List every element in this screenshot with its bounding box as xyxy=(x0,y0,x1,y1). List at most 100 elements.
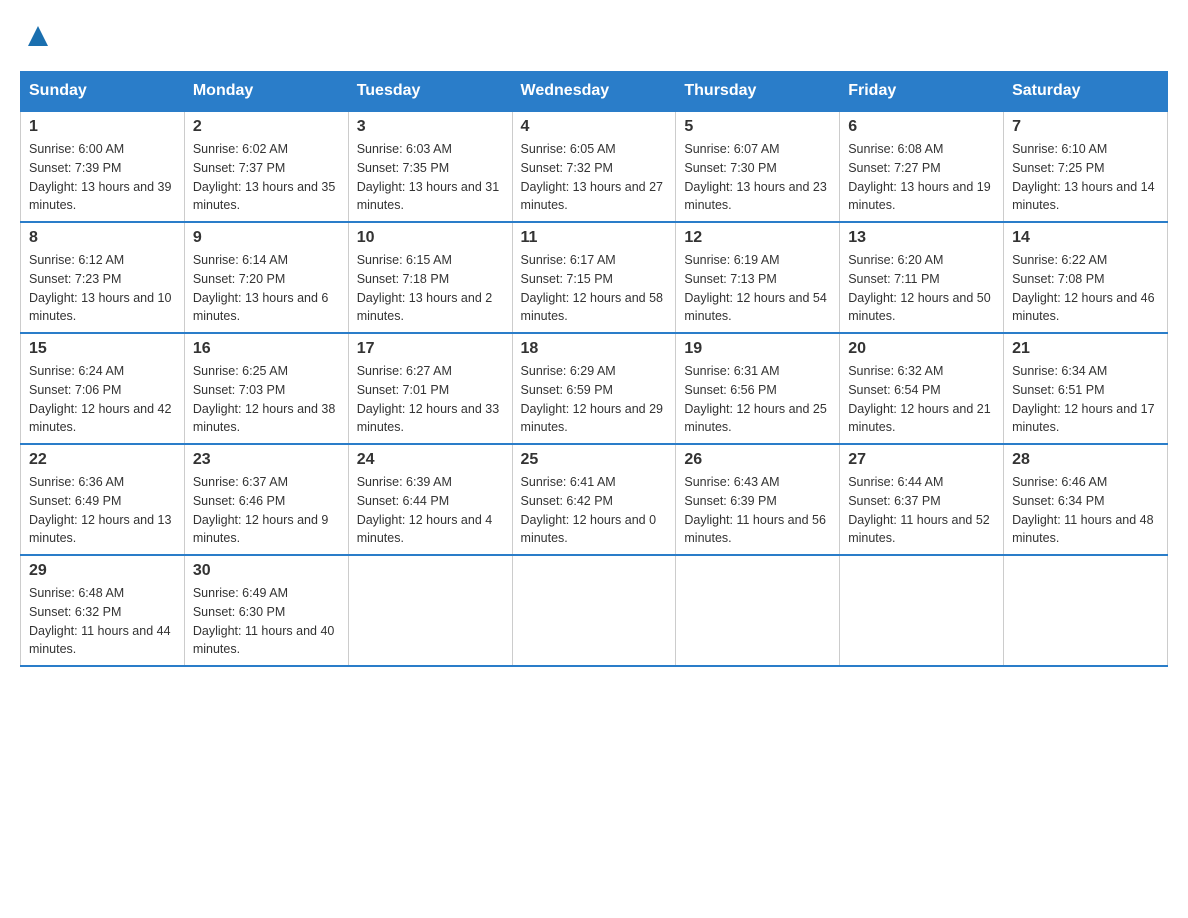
day-number: 22 xyxy=(29,451,176,469)
day-number: 24 xyxy=(357,451,504,469)
day-info: Sunrise: 6:41 AM Sunset: 6:42 PM Dayligh… xyxy=(521,473,668,548)
calendar-cell: 25 Sunrise: 6:41 AM Sunset: 6:42 PM Dayl… xyxy=(512,444,676,555)
day-number: 11 xyxy=(521,229,668,247)
week-row-2: 8 Sunrise: 6:12 AM Sunset: 7:23 PM Dayli… xyxy=(21,222,1168,333)
calendar-cell xyxy=(676,555,840,666)
day-number: 9 xyxy=(193,229,340,247)
day-info: Sunrise: 6:10 AM Sunset: 7:25 PM Dayligh… xyxy=(1012,140,1159,215)
calendar-cell xyxy=(1004,555,1168,666)
calendar-cell: 28 Sunrise: 6:46 AM Sunset: 6:34 PM Dayl… xyxy=(1004,444,1168,555)
calendar-cell: 9 Sunrise: 6:14 AM Sunset: 7:20 PM Dayli… xyxy=(184,222,348,333)
day-info: Sunrise: 6:00 AM Sunset: 7:39 PM Dayligh… xyxy=(29,140,176,215)
day-info: Sunrise: 6:22 AM Sunset: 7:08 PM Dayligh… xyxy=(1012,251,1159,326)
day-info: Sunrise: 6:43 AM Sunset: 6:39 PM Dayligh… xyxy=(684,473,831,548)
day-number: 12 xyxy=(684,229,831,247)
day-info: Sunrise: 6:48 AM Sunset: 6:32 PM Dayligh… xyxy=(29,584,176,659)
weekday-header-row: SundayMondayTuesdayWednesdayThursdayFrid… xyxy=(21,72,1168,112)
day-number: 15 xyxy=(29,340,176,358)
day-number: 13 xyxy=(848,229,995,247)
day-info: Sunrise: 6:25 AM Sunset: 7:03 PM Dayligh… xyxy=(193,362,340,437)
day-number: 18 xyxy=(521,340,668,358)
day-info: Sunrise: 6:29 AM Sunset: 6:59 PM Dayligh… xyxy=(521,362,668,437)
day-number: 1 xyxy=(29,118,176,136)
day-info: Sunrise: 6:02 AM Sunset: 7:37 PM Dayligh… xyxy=(193,140,340,215)
calendar-cell: 24 Sunrise: 6:39 AM Sunset: 6:44 PM Dayl… xyxy=(348,444,512,555)
day-info: Sunrise: 6:44 AM Sunset: 6:37 PM Dayligh… xyxy=(848,473,995,548)
day-number: 29 xyxy=(29,562,176,580)
day-number: 21 xyxy=(1012,340,1159,358)
calendar-cell xyxy=(840,555,1004,666)
calendar-cell: 2 Sunrise: 6:02 AM Sunset: 7:37 PM Dayli… xyxy=(184,111,348,222)
day-number: 2 xyxy=(193,118,340,136)
week-row-4: 22 Sunrise: 6:36 AM Sunset: 6:49 PM Dayl… xyxy=(21,444,1168,555)
day-info: Sunrise: 6:49 AM Sunset: 6:30 PM Dayligh… xyxy=(193,584,340,659)
day-number: 6 xyxy=(848,118,995,136)
day-info: Sunrise: 6:34 AM Sunset: 6:51 PM Dayligh… xyxy=(1012,362,1159,437)
day-info: Sunrise: 6:17 AM Sunset: 7:15 PM Dayligh… xyxy=(521,251,668,326)
day-number: 26 xyxy=(684,451,831,469)
day-number: 20 xyxy=(848,340,995,358)
calendar-cell: 15 Sunrise: 6:24 AM Sunset: 7:06 PM Dayl… xyxy=(21,333,185,444)
weekday-header-monday: Monday xyxy=(184,72,348,112)
day-number: 7 xyxy=(1012,118,1159,136)
calendar-cell: 20 Sunrise: 6:32 AM Sunset: 6:54 PM Dayl… xyxy=(840,333,1004,444)
calendar-cell: 5 Sunrise: 6:07 AM Sunset: 7:30 PM Dayli… xyxy=(676,111,840,222)
calendar-cell: 23 Sunrise: 6:37 AM Sunset: 6:46 PM Dayl… xyxy=(184,444,348,555)
week-row-1: 1 Sunrise: 6:00 AM Sunset: 7:39 PM Dayli… xyxy=(21,111,1168,222)
day-info: Sunrise: 6:12 AM Sunset: 7:23 PM Dayligh… xyxy=(29,251,176,326)
calendar-cell: 14 Sunrise: 6:22 AM Sunset: 7:08 PM Dayl… xyxy=(1004,222,1168,333)
calendar-cell: 16 Sunrise: 6:25 AM Sunset: 7:03 PM Dayl… xyxy=(184,333,348,444)
calendar-cell: 19 Sunrise: 6:31 AM Sunset: 6:56 PM Dayl… xyxy=(676,333,840,444)
day-info: Sunrise: 6:19 AM Sunset: 7:13 PM Dayligh… xyxy=(684,251,831,326)
calendar-cell: 13 Sunrise: 6:20 AM Sunset: 7:11 PM Dayl… xyxy=(840,222,1004,333)
calendar-cell: 27 Sunrise: 6:44 AM Sunset: 6:37 PM Dayl… xyxy=(840,444,1004,555)
day-info: Sunrise: 6:20 AM Sunset: 7:11 PM Dayligh… xyxy=(848,251,995,326)
weekday-header-tuesday: Tuesday xyxy=(348,72,512,112)
day-info: Sunrise: 6:07 AM Sunset: 7:30 PM Dayligh… xyxy=(684,140,831,215)
day-number: 17 xyxy=(357,340,504,358)
calendar-cell: 30 Sunrise: 6:49 AM Sunset: 6:30 PM Dayl… xyxy=(184,555,348,666)
day-info: Sunrise: 6:31 AM Sunset: 6:56 PM Dayligh… xyxy=(684,362,831,437)
day-number: 3 xyxy=(357,118,504,136)
calendar-cell: 21 Sunrise: 6:34 AM Sunset: 6:51 PM Dayl… xyxy=(1004,333,1168,444)
calendar-table: SundayMondayTuesdayWednesdayThursdayFrid… xyxy=(20,71,1168,667)
calendar-cell: 22 Sunrise: 6:36 AM Sunset: 6:49 PM Dayl… xyxy=(21,444,185,555)
weekday-header-friday: Friday xyxy=(840,72,1004,112)
weekday-header-thursday: Thursday xyxy=(676,72,840,112)
calendar-cell: 29 Sunrise: 6:48 AM Sunset: 6:32 PM Dayl… xyxy=(21,555,185,666)
calendar-cell: 8 Sunrise: 6:12 AM Sunset: 7:23 PM Dayli… xyxy=(21,222,185,333)
calendar-cell: 6 Sunrise: 6:08 AM Sunset: 7:27 PM Dayli… xyxy=(840,111,1004,222)
logo xyxy=(20,20,68,55)
week-row-5: 29 Sunrise: 6:48 AM Sunset: 6:32 PM Dayl… xyxy=(21,555,1168,666)
day-number: 4 xyxy=(521,118,668,136)
weekday-header-wednesday: Wednesday xyxy=(512,72,676,112)
calendar-cell: 26 Sunrise: 6:43 AM Sunset: 6:39 PM Dayl… xyxy=(676,444,840,555)
day-number: 28 xyxy=(1012,451,1159,469)
day-info: Sunrise: 6:32 AM Sunset: 6:54 PM Dayligh… xyxy=(848,362,995,437)
day-number: 8 xyxy=(29,229,176,247)
calendar-cell xyxy=(512,555,676,666)
day-number: 16 xyxy=(193,340,340,358)
day-info: Sunrise: 6:15 AM Sunset: 7:18 PM Dayligh… xyxy=(357,251,504,326)
weekday-header-sunday: Sunday xyxy=(21,72,185,112)
calendar-cell: 3 Sunrise: 6:03 AM Sunset: 7:35 PM Dayli… xyxy=(348,111,512,222)
calendar-cell: 4 Sunrise: 6:05 AM Sunset: 7:32 PM Dayli… xyxy=(512,111,676,222)
page-header xyxy=(20,20,1168,55)
day-number: 14 xyxy=(1012,229,1159,247)
calendar-cell: 1 Sunrise: 6:00 AM Sunset: 7:39 PM Dayli… xyxy=(21,111,185,222)
day-number: 30 xyxy=(193,562,340,580)
calendar-cell: 12 Sunrise: 6:19 AM Sunset: 7:13 PM Dayl… xyxy=(676,222,840,333)
weekday-header-saturday: Saturday xyxy=(1004,72,1168,112)
day-number: 25 xyxy=(521,451,668,469)
calendar-cell xyxy=(348,555,512,666)
day-number: 19 xyxy=(684,340,831,358)
logo-triangle-icon xyxy=(24,22,52,50)
day-info: Sunrise: 6:27 AM Sunset: 7:01 PM Dayligh… xyxy=(357,362,504,437)
day-info: Sunrise: 6:37 AM Sunset: 6:46 PM Dayligh… xyxy=(193,473,340,548)
calendar-cell: 10 Sunrise: 6:15 AM Sunset: 7:18 PM Dayl… xyxy=(348,222,512,333)
week-row-3: 15 Sunrise: 6:24 AM Sunset: 7:06 PM Dayl… xyxy=(21,333,1168,444)
day-info: Sunrise: 6:03 AM Sunset: 7:35 PM Dayligh… xyxy=(357,140,504,215)
day-info: Sunrise: 6:46 AM Sunset: 6:34 PM Dayligh… xyxy=(1012,473,1159,548)
calendar-cell: 17 Sunrise: 6:27 AM Sunset: 7:01 PM Dayl… xyxy=(348,333,512,444)
day-info: Sunrise: 6:08 AM Sunset: 7:27 PM Dayligh… xyxy=(848,140,995,215)
